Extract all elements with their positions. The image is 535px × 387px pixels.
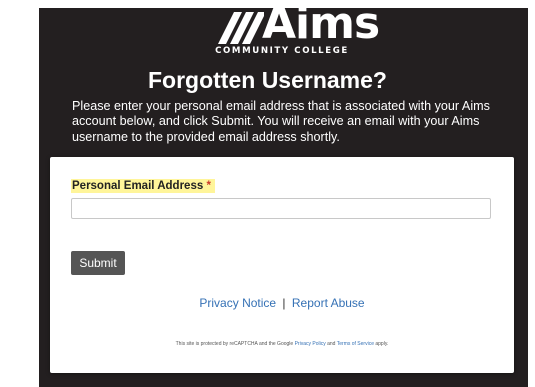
page: Aims COMMUNITY COLLEGE Forgotten Usernam… <box>0 0 535 387</box>
page-title: Forgotten Username? <box>148 67 387 93</box>
recaptcha-suffix: apply. <box>375 341 389 347</box>
form-card: Personal Email Address * Submit Privacy … <box>50 157 514 373</box>
submit-button[interactable]: Submit <box>71 251 125 275</box>
college-logo: Aims COMMUNITY COLLEGE <box>0 2 535 58</box>
email-label-text: Personal Email Address <box>72 180 204 192</box>
instructions-text: Please enter your personal email address… <box>72 99 490 144</box>
link-separator: | <box>282 296 286 310</box>
recaptcha-prefix: This site is protected by reCAPTCHA and … <box>175 341 294 347</box>
footer-links: Privacy Notice | Report Abuse <box>50 296 514 310</box>
email-input[interactable] <box>71 198 491 219</box>
logo-wordmark: Aims <box>262 0 380 49</box>
google-privacy-policy-link[interactable]: Privacy Policy <box>295 341 326 347</box>
privacy-notice-link[interactable]: Privacy Notice <box>199 296 276 310</box>
report-abuse-link[interactable]: Report Abuse <box>292 296 365 310</box>
email-field-label: Personal Email Address * <box>71 179 215 193</box>
logo-subtitle: COMMUNITY COLLEGE <box>215 46 349 56</box>
recaptcha-and: and <box>327 341 336 347</box>
recaptcha-notice: This site is protected by reCAPTCHA and … <box>50 341 514 348</box>
google-terms-link[interactable]: Terms of Service <box>337 341 374 347</box>
required-marker: * <box>206 180 211 192</box>
logo-stripes-icon <box>218 12 264 44</box>
